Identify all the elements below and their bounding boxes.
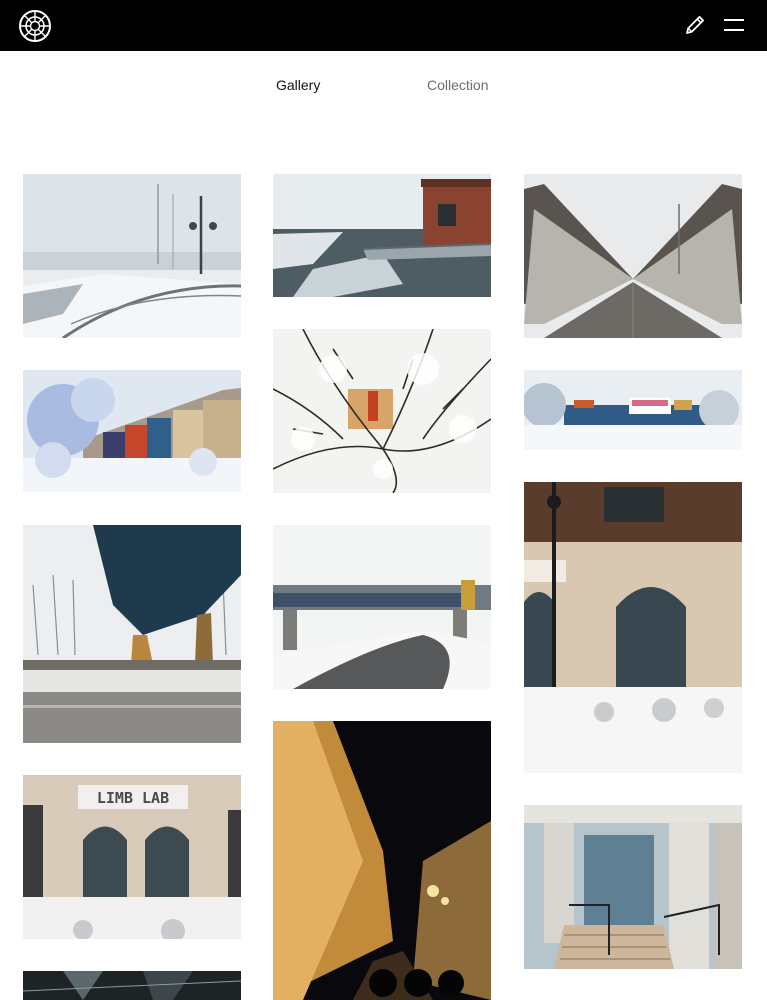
gallery-photo-colorful-apartments[interactable] — [23, 370, 241, 492]
limb-lab-sign-text: LIMB LAB — [97, 789, 169, 807]
vsco-logo-icon[interactable] — [18, 9, 52, 43]
gallery-photo-foggy-boardwalk[interactable] — [23, 174, 241, 338]
gallery-photo-stone-columns-lobby[interactable] — [524, 805, 742, 969]
profile-tabs: Gallery Collection — [0, 76, 767, 96]
gallery-photo-snowy-branches[interactable] — [273, 329, 491, 493]
pencil-icon — [686, 15, 704, 34]
gallery-photo-dark-structure[interactable] — [23, 971, 241, 1000]
gallery-photo-building-arched-windows[interactable] — [524, 482, 742, 773]
gallery-photo-night-street[interactable] — [273, 721, 491, 1000]
tab-gallery[interactable]: Gallery — [276, 76, 320, 94]
gallery-photo-icy-river[interactable] — [273, 174, 491, 297]
gallery-photo-limb-lab-storefront[interactable]: LIMB LAB — [23, 775, 241, 939]
hamburger-menu-icon — [724, 19, 744, 31]
gallery-photo-railroad-bridge[interactable] — [273, 525, 491, 689]
gallery-photo-buildings-behind-bridge[interactable] — [524, 370, 742, 450]
menu-button[interactable] — [722, 14, 746, 36]
tab-collection[interactable]: Collection — [427, 76, 488, 94]
gallery-photo-bridge-underside[interactable] — [23, 525, 241, 743]
top-navigation-bar — [0, 0, 767, 51]
gallery-photo-foggy-footbridge[interactable] — [524, 174, 742, 338]
edit-pencil-button[interactable] — [683, 13, 707, 37]
